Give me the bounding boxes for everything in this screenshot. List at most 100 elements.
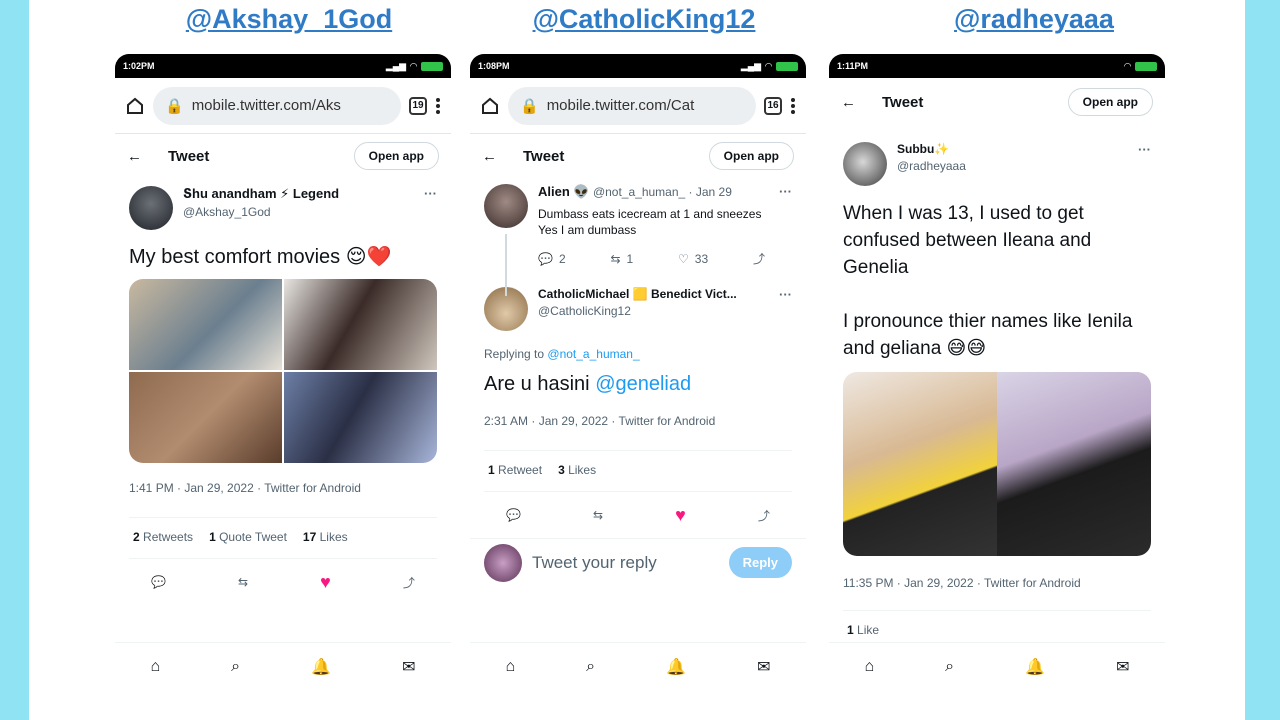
tabs-count-button[interactable]: 16 [764, 96, 782, 115]
battery-icon [1135, 61, 1157, 71]
share-icon[interactable]: ⤴ [758, 507, 770, 524]
bottom-nav: ⌂ ⌕ 🔔 ✉ [115, 642, 451, 690]
parent-tweet[interactable]: Alien 👽 @not_a_human_ · Jan 29 Dumbass e… [470, 178, 806, 296]
reply-input[interactable]: Tweet your reply [532, 553, 719, 573]
media-photo-1[interactable] [129, 279, 282, 370]
more-options-icon[interactable]: ··· [424, 186, 437, 201]
reply-icon[interactable]: 💬 2 [538, 252, 566, 266]
reply-icon[interactable]: 💬 [506, 508, 521, 522]
media-photo-2[interactable] [997, 372, 1151, 556]
messages-nav-icon[interactable]: ✉ [402, 657, 415, 677]
media-photo-2[interactable] [284, 279, 437, 370]
phone-screen-2: 1:08PM ▂▄▆ ◠ 🔒 mobile.twitter.com/Cat 16 … [470, 54, 806, 714]
more-options-icon[interactable]: ··· [779, 287, 792, 302]
likes-stat[interactable]: 1 Like [847, 623, 879, 637]
quote-stat[interactable]: 1 Quote Tweet [209, 530, 287, 544]
media-photo-4[interactable] [284, 372, 437, 463]
retweets-stat[interactable]: 1 Retweet [488, 463, 542, 477]
tweet-header: ← Tweet Open app [470, 134, 806, 178]
notifications-nav-icon[interactable]: 🔔 [1025, 657, 1045, 677]
tweet-author-row: CatholicMichael 🟨 Benedict Vict... @Cath… [470, 267, 806, 331]
home-nav-icon[interactable]: ⌂ [151, 658, 161, 676]
author-handle[interactable]: @CatholicKing12 [538, 304, 769, 318]
url-bar[interactable]: 🔒 mobile.twitter.com/Aks [153, 86, 401, 125]
author-name[interactable]: Տhu anandham ⚡ Legend [183, 186, 414, 202]
search-nav-icon[interactable]: ⌕ [231, 658, 240, 676]
battery-icon [421, 61, 443, 71]
parent-author-name[interactable]: Alien 👽 [538, 184, 590, 199]
handle-title-1: @Akshay_1God [185, 4, 393, 34]
tweet-author-row: Տhu anandham ⚡ Legend @Akshay_1God ··· [115, 178, 451, 230]
back-arrow-icon[interactable]: ← [841, 94, 856, 111]
handle-title-2: @CatholicKing12 [532, 4, 756, 34]
search-nav-icon[interactable]: ⌕ [586, 658, 595, 676]
url-bar[interactable]: 🔒 mobile.twitter.com/Cat [508, 86, 756, 125]
signal-icon: ▂▄▆ [740, 60, 762, 71]
tweet-timestamp: 1:41 PM · Jan 29, 2022 · Twitter for And… [129, 481, 361, 495]
share-icon[interactable]: ⤴ [753, 250, 765, 267]
tweet-media[interactable] [843, 372, 1151, 556]
avatar[interactable] [843, 142, 887, 186]
home-nav-icon[interactable]: ⌂ [865, 658, 875, 676]
home-icon[interactable] [125, 96, 145, 116]
header-title: Tweet [168, 147, 210, 165]
tweet-header: ← Tweet Open app [115, 134, 451, 178]
author-handle[interactable]: @Akshay_1God [183, 205, 414, 219]
back-arrow-icon[interactable]: ← [482, 148, 497, 165]
retweet-icon[interactable]: ⇆ 1 [610, 252, 633, 266]
bottom-nav: ⌂ ⌕ 🔔 ✉ [470, 642, 806, 690]
tweet-media-grid[interactable] [129, 279, 437, 463]
replying-to-link[interactable]: @not_a_human_ [547, 347, 639, 361]
open-app-button[interactable]: Open app [1067, 88, 1153, 116]
messages-nav-icon[interactable]: ✉ [757, 657, 770, 677]
reply-icon[interactable]: 💬 [151, 575, 166, 589]
retweet-icon[interactable]: ⇆ [593, 508, 603, 522]
tweet-text: My best comfort movies 😌❤️ [129, 246, 392, 268]
parent-author-handle[interactable]: @not_a_human_ · Jan 29 [593, 185, 732, 199]
open-app-button[interactable]: Open app [708, 142, 794, 170]
messages-nav-icon[interactable]: ✉ [1116, 657, 1129, 677]
mention-link[interactable]: @geneliad [595, 373, 691, 395]
replying-to: Replying to @not_a_human_ [484, 347, 640, 361]
author-handle[interactable]: @radheyaaa [897, 159, 1128, 173]
menu-icon[interactable] [435, 97, 441, 115]
tweet-actions: 💬 ⇆ ♥ ⤴ [470, 492, 806, 538]
open-app-button[interactable]: Open app [353, 142, 439, 170]
likes-stat[interactable]: 17 Likes [303, 530, 348, 544]
url-text: mobile.twitter.com/Aks [191, 97, 341, 114]
retweet-icon[interactable]: ⇆ [238, 575, 248, 589]
avatar[interactable] [129, 186, 173, 230]
like-icon[interactable]: ♥ [320, 572, 331, 593]
url-text: mobile.twitter.com/Cat [546, 97, 695, 114]
tweet-header: ← Tweet Open app [829, 78, 1165, 126]
tweet-timestamp: 2:31 AM · Jan 29, 2022 · Twitter for And… [484, 414, 716, 428]
tabs-count-button[interactable]: 19 [409, 96, 427, 115]
reply-button[interactable]: Reply [728, 547, 792, 578]
share-icon[interactable]: ⤴ [403, 574, 415, 591]
more-options-icon[interactable]: ··· [1138, 142, 1151, 157]
status-time: 1:08PM [478, 61, 510, 71]
home-icon[interactable] [480, 96, 500, 116]
like-icon[interactable]: ♥ [675, 505, 686, 526]
home-nav-icon[interactable]: ⌂ [506, 658, 516, 676]
reply-composer: Tweet your reply Reply [470, 538, 806, 586]
notifications-nav-icon[interactable]: 🔔 [666, 657, 686, 677]
retweets-stat[interactable]: 2 Retweets [133, 530, 193, 544]
lock-icon: 🔒 [520, 97, 539, 115]
like-icon[interactable]: ♡ 33 [678, 252, 708, 266]
media-photo-3[interactable] [129, 372, 282, 463]
notifications-nav-icon[interactable]: 🔔 [311, 657, 331, 677]
avatar[interactable] [484, 184, 528, 228]
search-nav-icon[interactable]: ⌕ [945, 658, 954, 676]
media-photo-1[interactable] [843, 372, 997, 556]
menu-icon[interactable] [790, 97, 796, 115]
status-bar: 1:08PM ▂▄▆ ◠ [470, 54, 806, 78]
more-options-icon[interactable]: ··· [779, 184, 792, 199]
author-name[interactable]: CatholicMichael 🟨 Benedict Vict... [538, 287, 769, 301]
wifi-icon: ◠ [765, 60, 772, 71]
tweet-author-row: Subbu✨ @radheyaaa ··· [829, 126, 1165, 186]
author-name[interactable]: Subbu✨ [897, 142, 1128, 156]
back-arrow-icon[interactable]: ← [127, 148, 142, 165]
likes-stat[interactable]: 3 Likes [558, 463, 596, 477]
wifi-icon: ◠ [1124, 60, 1131, 71]
